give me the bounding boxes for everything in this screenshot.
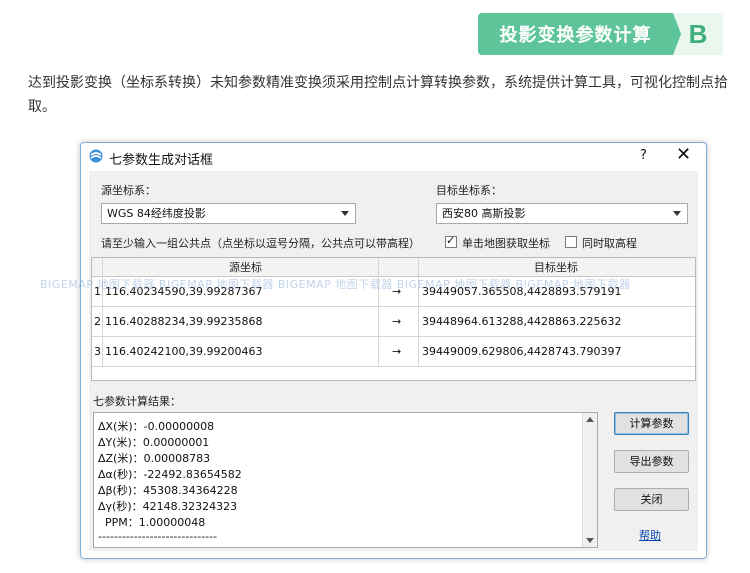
result-ppm: PPM：1.00000048: [98, 516, 206, 529]
height-label: 同时取高程: [582, 237, 637, 250]
source-crs-value: WGS 84经纬度投影: [107, 207, 206, 220]
chevron-down-icon: [341, 211, 349, 216]
grid-divider: [378, 258, 379, 367]
col-source: 源坐标: [229, 261, 262, 274]
target-cell[interactable]: 39448964.613288,4428863.225632: [422, 307, 621, 337]
result-scrollbar[interactable]: [582, 413, 597, 547]
target-crs-select[interactable]: 西安80 高斯投影: [436, 203, 688, 224]
table-row[interactable]: 3 116.40242100,39.99200463 → 39449009.62…: [92, 337, 695, 367]
result-dy: ΔY(米)：0.00000001: [98, 436, 210, 449]
arrow-icon: →: [392, 345, 402, 358]
seven-param-dialog: 七参数生成对话框 ? ✕ 源坐标系： WGS 84经纬度投影 目标坐标系： 西安…: [80, 142, 707, 559]
app-globe-icon: [89, 149, 103, 163]
result-dbeta: Δβ(秒)：45308.34364228: [98, 484, 238, 497]
result-dz: ΔZ(米)：0.00008783: [98, 452, 211, 465]
help-link[interactable]: 帮助: [639, 527, 661, 543]
result-separator: ------------------------------: [98, 530, 218, 543]
target-crs-label: 目标坐标系：: [436, 184, 502, 197]
source-crs-select[interactable]: WGS 84经纬度投影: [101, 203, 356, 224]
target-cell[interactable]: 39449009.629806,4428743.790397: [422, 337, 621, 367]
dialog-title: 七参数生成对话框: [109, 153, 214, 168]
result-label: 七参数计算结果：: [93, 395, 181, 408]
section-badge: 投影变换参数计算 B: [478, 13, 723, 55]
chevron-down-icon: [673, 211, 681, 216]
help-icon[interactable]: ?: [640, 148, 647, 163]
table-row[interactable]: 2 116.40288234,39.99235868 → 39448964.61…: [92, 307, 695, 337]
compute-params-button[interactable]: 计算参数: [614, 412, 689, 435]
source-crs-label: 源坐标系：: [101, 184, 156, 197]
scroll-up-icon[interactable]: [586, 417, 594, 422]
result-dx: ΔX(米)：-0.00000008: [98, 420, 215, 433]
target-crs-value: 西安80 高斯投影: [442, 207, 526, 220]
table-header: 源坐标 目标坐标: [92, 258, 695, 277]
row-index: 3: [94, 345, 101, 358]
grid-divider: [102, 258, 103, 367]
result-textarea[interactable]: ΔX(米)：-0.00000008 ΔY(米)：0.00000001 ΔZ(米)…: [93, 412, 598, 548]
close-button[interactable]: 关闭: [614, 488, 689, 511]
dialog-body: 源坐标系： WGS 84经纬度投影 目标坐标系： 西安80 高斯投影 请至少输入…: [89, 171, 698, 551]
arrow-icon: →: [392, 315, 402, 328]
intro-text: 达到投影变换（坐标系转换）未知参数精准变换须采用控制点计算转换参数，系统提供计算…: [28, 75, 728, 115]
source-cell[interactable]: 116.40242100,39.99200463: [105, 337, 262, 367]
result-dalpha: Δα(秒)：-22492.83654582: [98, 468, 242, 481]
close-icon[interactable]: ✕: [676, 144, 691, 165]
map-pick-checkbox[interactable]: [445, 234, 457, 248]
height-checkbox[interactable]: [565, 236, 577, 248]
section-title: 投影变换参数计算: [478, 13, 673, 55]
source-cell[interactable]: 116.40288234,39.99235868: [105, 307, 262, 337]
row-index: 2: [94, 315, 101, 328]
scroll-down-icon[interactable]: [586, 538, 594, 543]
badge-notch: [673, 13, 681, 55]
export-params-button[interactable]: 导出参数: [614, 450, 689, 473]
col-target: 目标坐标: [534, 261, 578, 274]
common-point-hint: 请至少输入一组公共点（点坐标以逗号分隔，公共点可以带高程）: [101, 237, 420, 250]
result-dgamma: Δγ(秒)：42148.32324323: [98, 500, 238, 513]
watermark: BIGEMAP 地图下载器 BIGEMAP 地图下载器 BIGEMAP 地图下载…: [40, 278, 631, 291]
grid-divider: [418, 258, 419, 367]
map-pick-label: 单击地图获取坐标: [462, 237, 550, 250]
dialog-titlebar[interactable]: 七参数生成对话框 ? ✕: [81, 143, 706, 171]
